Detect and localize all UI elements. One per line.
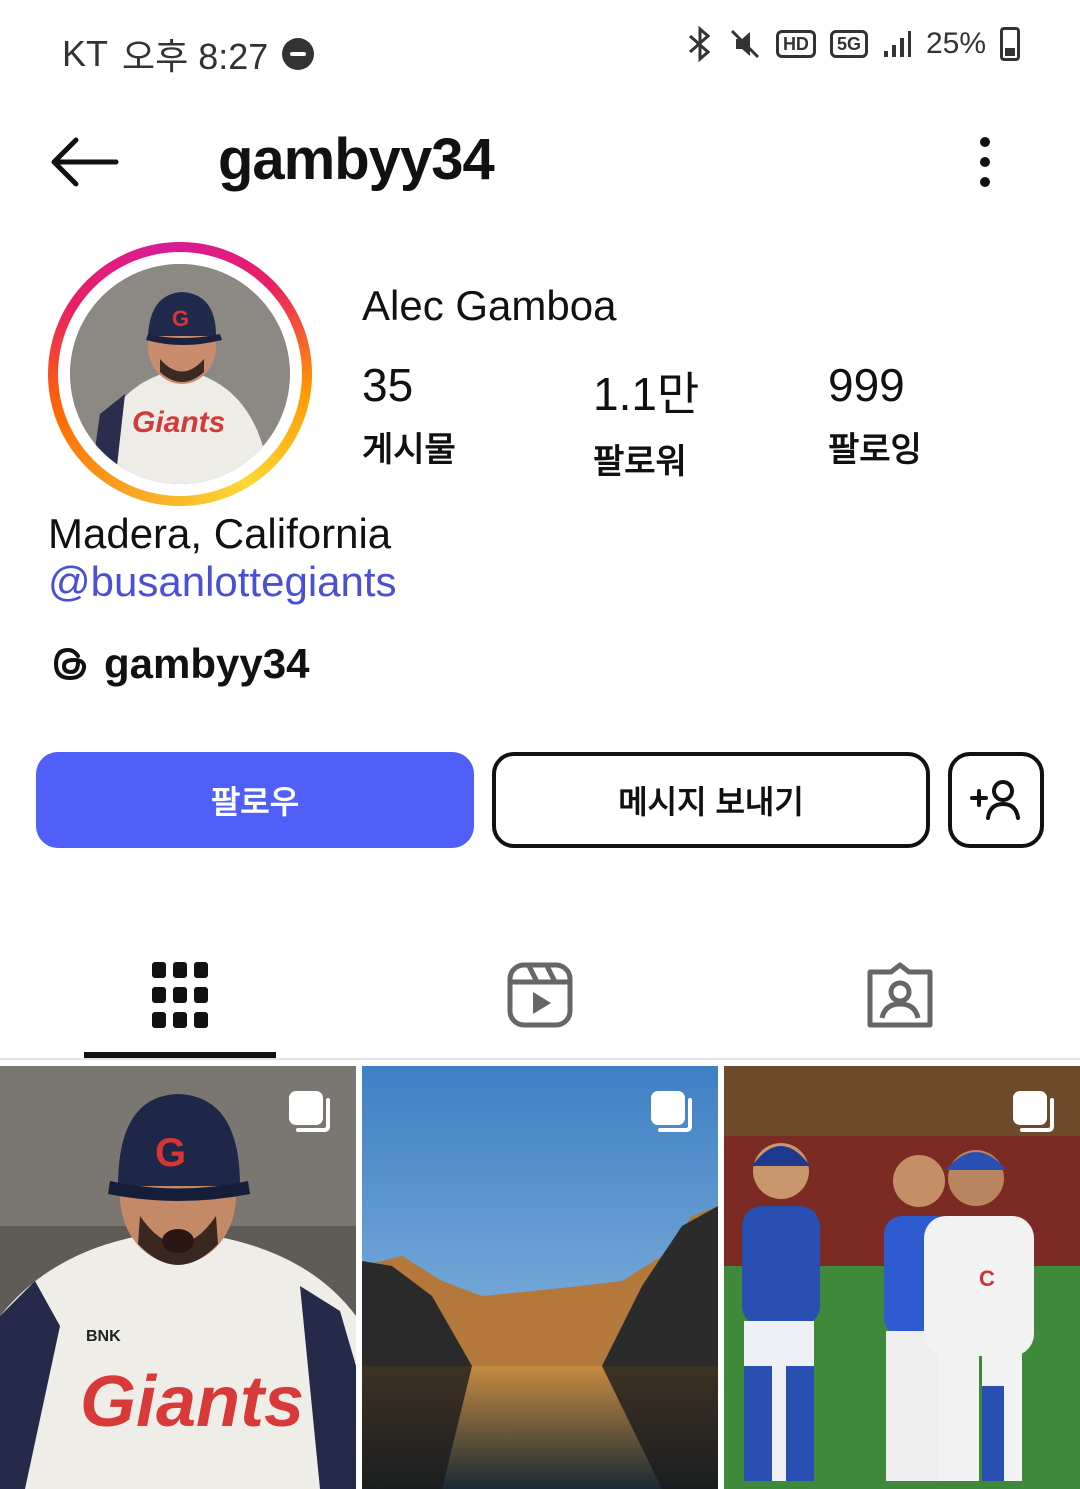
bluetooth-icon [688,26,711,62]
status-right: HD 5G 25% [686,26,1020,62]
full-name: Alec Gamboa [362,282,617,329]
mute-icon [730,29,759,59]
status-left: KT 오후 8:27 [62,28,315,80]
threads-badge[interactable]: gambyy34 [48,640,309,688]
bio-mention-link[interactable]: @busanlottegiants [48,558,397,606]
profile-tabs [0,930,1080,1060]
stat-following-value: 999 [828,359,905,411]
svg-text:BNK: BNK [86,1328,121,1345]
carousel-icon [1013,1091,1054,1132]
post-thumbnail[interactable]: G BNK Giants [0,1066,356,1489]
svg-text:C: C [979,1266,995,1291]
stat-followers-label: 팔로워 [593,443,687,481]
stat-followers[interactable]: 1.1만 팔로워 [593,358,699,483]
stat-posts-label: 게시물 [362,431,456,469]
carrier-label: KT [62,33,109,74]
reels-icon [507,962,573,1028]
stat-following-label: 팔로잉 [828,431,922,469]
battery-percent: 25% [925,27,986,60]
tab-posts[interactable] [135,950,225,1040]
tagged-icon [867,962,933,1028]
network-badge: 5G [829,30,868,58]
do-not-disturb-icon [282,38,315,70]
follow-button[interactable]: 팔로우 [36,752,474,848]
stat-following[interactable]: 999 팔로잉 [828,358,922,471]
add-user-icon [970,780,1020,820]
back-arrow-icon[interactable] [48,132,120,192]
hd-badge: HD [775,30,816,58]
message-button[interactable]: 메시지 보내기 [492,752,930,848]
bio-location: Madera, California [48,510,392,557]
stat-followers-value: 1.1만 [593,368,700,420]
stat-posts-value: 35 [362,359,414,411]
clock: 오후 8:27 [122,36,269,77]
suggested-users-button[interactable] [948,752,1044,848]
carousel-icon [289,1091,330,1132]
svg-text:G: G [172,306,189,331]
svg-text:Giants: Giants [80,1362,304,1442]
post-thumbnail[interactable] [362,1066,718,1489]
avatar-border: G Giants [58,252,302,496]
page-title: gambyy34 [218,127,495,192]
threads-icon [53,647,87,681]
tab-reels[interactable] [495,950,585,1040]
avatar: G Giants [70,264,290,484]
post-thumbnail[interactable]: C [724,1066,1080,1489]
avatar-photo: G Giants [70,264,290,484]
threads-handle: gambyy34 [104,640,310,687]
more-options-icon[interactable] [970,132,1000,192]
tab-tagged[interactable] [855,950,945,1040]
stat-posts: 35 게시물 [362,358,456,471]
signal-icon [883,31,911,57]
story-ring[interactable]: G Giants [48,242,312,506]
carousel-icon [651,1091,692,1132]
grid-icon [152,962,208,1028]
profile-header: gambyy34 [0,110,1080,220]
svg-text:Giants: Giants [132,406,225,439]
status-bar: KT 오후 8:27 HD 5G 25% [0,0,1080,96]
svg-text:G: G [155,1131,186,1175]
tab-divider [0,1058,1080,1060]
battery-icon [1000,27,1020,61]
